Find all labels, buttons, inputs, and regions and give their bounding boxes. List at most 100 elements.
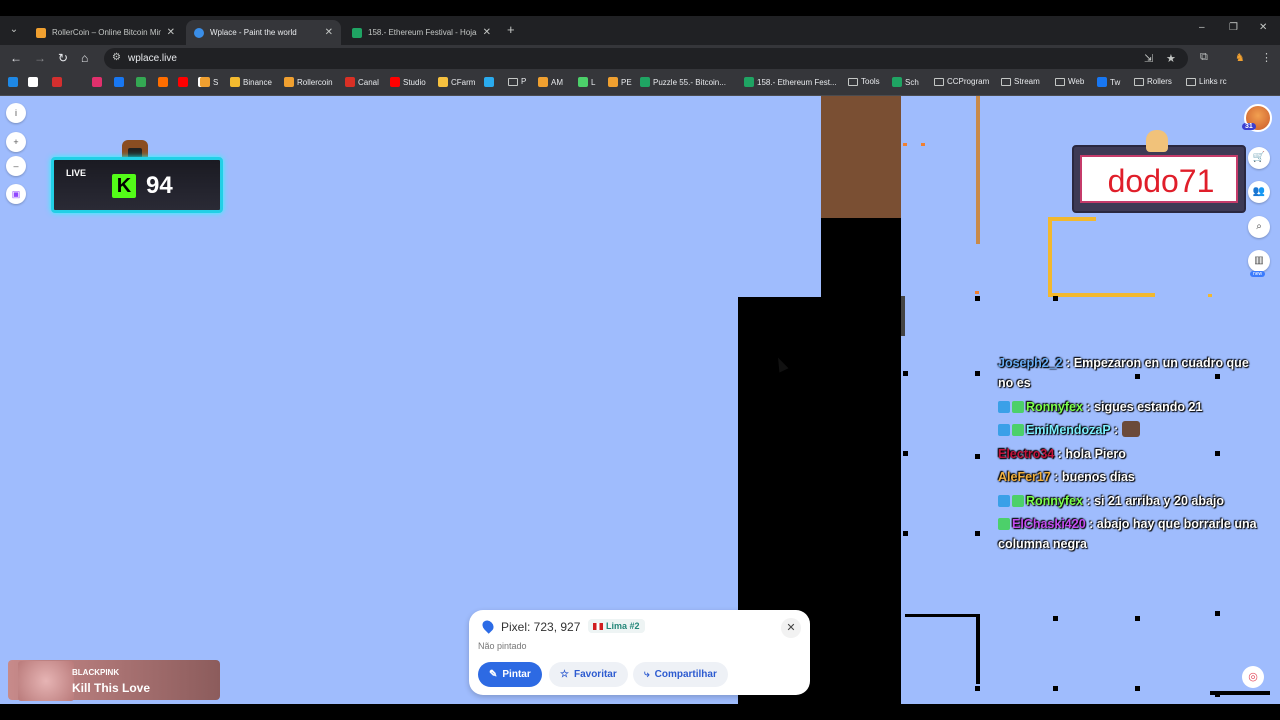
my-location-icon[interactable]: ◎ bbox=[1242, 666, 1264, 688]
star-icon: ☆ bbox=[560, 669, 569, 680]
bookmark-item[interactable]: Puzzle 55.- Bitcoin... bbox=[640, 77, 726, 87]
forward-icon[interactable]: → bbox=[34, 51, 46, 65]
pixel bbox=[1053, 616, 1058, 621]
pixel-line bbox=[905, 614, 980, 617]
screen: ⌄ RollerCoin – Online Bitcoin Mining ✕ W… bbox=[0, 0, 1280, 720]
home-icon[interactable]: ⌂ bbox=[81, 51, 88, 65]
close-panel-button[interactable]: ✕ bbox=[781, 618, 801, 638]
bookmark-item[interactable]: CFarm bbox=[438, 77, 475, 87]
bookmark-item[interactable]: Canal bbox=[345, 77, 379, 87]
bookmark-item[interactable]: Sch bbox=[892, 77, 919, 87]
bookmark-favicon-icon bbox=[640, 77, 650, 87]
region-badge[interactable]: Lima #2 bbox=[588, 619, 645, 633]
nameplate-inner: dodo71 bbox=[1080, 155, 1238, 203]
zoom-out-icon[interactable]: – bbox=[6, 156, 26, 176]
bookmark-label: Web bbox=[1068, 77, 1085, 86]
tab-search-icon[interactable]: ⌄ bbox=[6, 22, 22, 38]
tab-close-icon[interactable]: ✕ bbox=[483, 27, 491, 38]
bookmark-favicon-icon bbox=[136, 77, 146, 87]
bookmark-item[interactable]: AM bbox=[538, 77, 563, 87]
pixel bbox=[1215, 692, 1220, 697]
bookmark-item[interactable]: Studio bbox=[390, 77, 426, 87]
close-window-button[interactable]: ✕ bbox=[1259, 22, 1267, 33]
bookmark-favicon-icon bbox=[1097, 77, 1107, 87]
address-bar[interactable]: ⚙ wplace.live ⇲ ★ bbox=[104, 48, 1188, 69]
bookmark-item[interactable] bbox=[484, 77, 497, 87]
tab-close-icon[interactable]: ✕ bbox=[167, 27, 175, 38]
bookmarks-bar: S Binance Rollercoin Canal Studio CFarm P AM L PE… bbox=[0, 72, 1280, 96]
bookmark-item[interactable] bbox=[28, 77, 41, 87]
tab-title: 158.- Ethereum Festival - Hojas bbox=[368, 28, 477, 37]
bookmark-label: AM bbox=[551, 77, 563, 87]
twitch-icon[interactable]: ▣ bbox=[6, 184, 26, 204]
bookmark-item[interactable] bbox=[52, 77, 65, 87]
bookmark-item[interactable] bbox=[178, 77, 191, 87]
shop-cart-icon[interactable]: 🛒 bbox=[1248, 147, 1270, 169]
minimize-button[interactable]: – bbox=[1199, 22, 1205, 33]
folder-icon bbox=[1001, 77, 1011, 86]
bookmark-item[interactable]: P bbox=[508, 77, 526, 86]
favorite-button[interactable]: ☆ Favoritar bbox=[549, 662, 628, 687]
bookmark-item[interactable]: Binance bbox=[230, 77, 272, 87]
profile-extension-icon[interactable]: ♞ bbox=[1235, 51, 1245, 64]
bookmark-label: PE bbox=[621, 77, 632, 87]
reload-icon[interactable]: ↻ bbox=[58, 51, 68, 65]
bookmark-item[interactable]: CCProgram bbox=[934, 77, 989, 86]
location-pin-icon bbox=[480, 618, 496, 634]
back-icon[interactable]: ← bbox=[10, 51, 22, 65]
chat-text: : sigues estando 21 bbox=[1086, 399, 1203, 414]
leaderboard-icon[interactable]: ▥ bbox=[1248, 250, 1270, 272]
extensions-icon[interactable]: ⧉ bbox=[1200, 51, 1208, 64]
chat-username: Joseph2_2 bbox=[998, 356, 1063, 370]
chat-message: Ronnyfex : sigues estando 21 bbox=[998, 397, 1258, 417]
chat-text: : si 21 arriba y 20 abajo bbox=[1086, 493, 1225, 508]
bookmark-label: Tools bbox=[861, 77, 880, 86]
bookmark-label: Puzzle 55.- Bitcoin... bbox=[653, 77, 726, 87]
cat-mascot-icon bbox=[1146, 130, 1168, 152]
chat-badge-icon bbox=[1012, 424, 1024, 436]
site-info-icon[interactable]: ⚙ bbox=[112, 52, 121, 63]
tab-close-icon[interactable]: ✕ bbox=[325, 27, 333, 38]
artist-name: BLACKPINK bbox=[72, 668, 120, 677]
bookmark-item[interactable]: 158.- Ethereum Fest... bbox=[744, 77, 837, 87]
chat-text: : buenos dias bbox=[1054, 470, 1135, 484]
menu-icon[interactable]: ⋮ bbox=[1261, 51, 1272, 64]
bookmark-item[interactable]: Tw bbox=[1097, 77, 1120, 87]
tab-sheets[interactable]: 158.- Ethereum Festival - Hojas ✕ bbox=[344, 20, 499, 45]
letterbox-bottom bbox=[0, 704, 1280, 720]
tab-rollercoin[interactable]: RollerCoin – Online Bitcoin Mining ✕ bbox=[28, 20, 183, 45]
pixel-coordinates: Pixel: 723, 927 bbox=[501, 620, 581, 634]
bookmark-item[interactable]: Links rc bbox=[1186, 77, 1227, 86]
bookmark-item[interactable]: S bbox=[200, 77, 218, 87]
bookmark-item[interactable]: Stream bbox=[1001, 77, 1040, 86]
bookmark-item[interactable]: L bbox=[578, 77, 595, 87]
bookmark-item[interactable] bbox=[92, 77, 105, 87]
tab-wplace[interactable]: Wplace - Paint the world ✕ bbox=[186, 20, 341, 45]
bookmark-star-icon[interactable]: ★ bbox=[1166, 52, 1176, 65]
bookmark-item[interactable]: PE bbox=[608, 77, 632, 87]
search-icon[interactable]: ⌕ bbox=[1248, 216, 1270, 238]
bookmark-label: Canal bbox=[358, 77, 379, 87]
bookmark-favicon-icon bbox=[345, 77, 355, 87]
orange-pixel bbox=[903, 143, 907, 146]
restore-button[interactable]: ❐ bbox=[1229, 22, 1238, 33]
share-button[interactable]: ⤷ Compartilhar bbox=[633, 662, 728, 687]
bookmark-item[interactable] bbox=[136, 77, 149, 87]
zoom-in-icon[interactable]: + bbox=[6, 132, 26, 152]
install-icon[interactable]: ⇲ bbox=[1144, 52, 1153, 65]
new-tab-button[interactable]: + bbox=[507, 22, 515, 37]
bookmark-item[interactable]: Tools bbox=[848, 77, 880, 86]
bookmark-item[interactable]: Rollercoin bbox=[284, 77, 333, 87]
paint-button[interactable]: ✎ Pintar bbox=[478, 662, 542, 687]
peru-flag-icon bbox=[593, 623, 603, 630]
info-icon[interactable]: i bbox=[6, 103, 26, 123]
bookmark-item[interactable]: Rollers bbox=[1134, 77, 1172, 86]
bookmark-item[interactable] bbox=[114, 77, 127, 87]
bookmark-item[interactable]: Web bbox=[1055, 77, 1084, 86]
bookmark-label: Stream bbox=[1014, 77, 1040, 86]
bookmark-label: S bbox=[213, 77, 219, 87]
bookmark-item[interactable] bbox=[158, 77, 171, 87]
bookmark-label: P bbox=[521, 77, 527, 86]
users-icon[interactable]: 👥 bbox=[1248, 181, 1270, 203]
bookmark-item[interactable] bbox=[8, 77, 21, 87]
